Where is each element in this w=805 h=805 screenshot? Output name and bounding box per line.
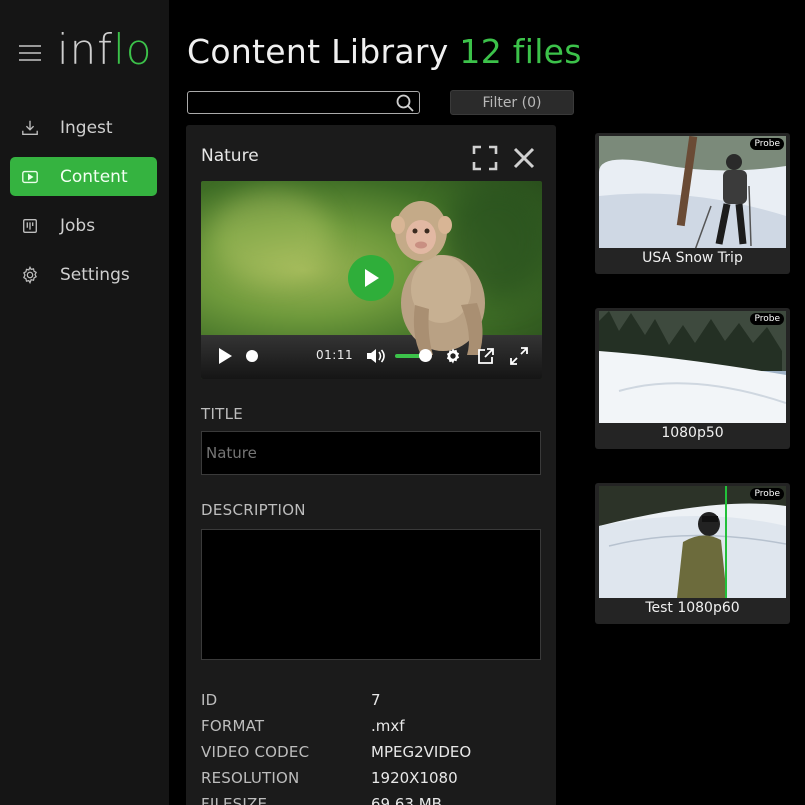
probe-badge: Probe bbox=[750, 488, 784, 500]
search-box bbox=[187, 91, 420, 114]
meta-row-filesize: FILESIZE 69.63 MB bbox=[201, 795, 442, 805]
play-overlay-button[interactable] bbox=[348, 255, 394, 301]
fullscreen-icon[interactable] bbox=[472, 145, 498, 171]
volume-handle[interactable] bbox=[419, 349, 432, 362]
sidebar-item-content[interactable]: Content bbox=[10, 157, 157, 196]
expand-icon[interactable] bbox=[510, 347, 528, 365]
video-frame-monkey bbox=[391, 201, 485, 355]
meta-row-id: ID 7 bbox=[201, 691, 381, 709]
filter-button[interactable]: Filter (0) bbox=[450, 90, 574, 115]
meta-row-video-codec: VIDEO CODEC MPEG2VIDEO bbox=[201, 743, 472, 761]
playback-time: 01:11 bbox=[316, 348, 354, 362]
sidebar-item-ingest[interactable]: Ingest bbox=[10, 108, 157, 147]
app-logo: inflo bbox=[57, 25, 153, 74]
sidebar-item-label: Settings bbox=[60, 264, 130, 285]
meta-row-format: FORMAT .mxf bbox=[201, 717, 405, 735]
description-label: DESCRIPTION bbox=[201, 501, 306, 519]
title-label: TITLE bbox=[201, 405, 244, 423]
volume-icon[interactable] bbox=[366, 347, 386, 365]
sidebar-nav: Ingest Content Jobs Settings bbox=[10, 108, 157, 304]
sidebar: inflo Ingest Content Jobs Settings bbox=[0, 0, 169, 805]
card-caption: 1080p50 bbox=[661, 425, 724, 441]
meta-row-resolution: RESOLUTION 1920X1080 bbox=[201, 769, 458, 787]
content-card-usa-snow-trip[interactable]: Probe USA Snow Trip bbox=[595, 133, 790, 274]
board-icon bbox=[20, 216, 40, 236]
probe-badge: Probe bbox=[750, 138, 784, 150]
menu-icon[interactable] bbox=[19, 44, 41, 62]
sidebar-item-label: Content bbox=[60, 166, 128, 187]
sidebar-item-label: Jobs bbox=[60, 215, 96, 236]
probe-badge: Probe bbox=[750, 313, 784, 325]
content-card-1080p50[interactable]: Probe 1080p50 bbox=[595, 308, 790, 449]
sidebar-item-settings[interactable]: Settings bbox=[10, 255, 157, 294]
detail-panel: Nature 01:11 TITLE D bbox=[186, 125, 556, 805]
play-icon bbox=[365, 269, 379, 287]
search-input[interactable] bbox=[188, 93, 388, 114]
sidebar-item-jobs[interactable]: Jobs bbox=[10, 206, 157, 245]
file-count: 12 files bbox=[459, 32, 582, 71]
page-title: Content Library 12 files bbox=[187, 32, 582, 71]
search-icon[interactable] bbox=[395, 93, 415, 113]
download-icon bbox=[20, 118, 40, 138]
play-control-icon[interactable] bbox=[217, 347, 233, 365]
content-card-test-1080p60[interactable]: Probe Test 1080p60 bbox=[595, 483, 790, 624]
play-square-icon bbox=[20, 167, 40, 187]
seek-handle[interactable] bbox=[246, 350, 258, 362]
gear-icon bbox=[20, 265, 40, 285]
card-caption: Test 1080p60 bbox=[645, 600, 740, 616]
sidebar-item-label: Ingest bbox=[60, 117, 113, 138]
description-field[interactable] bbox=[201, 529, 541, 660]
thumbnail-image: Probe bbox=[599, 136, 786, 248]
thumbnail-image: Probe bbox=[599, 486, 786, 598]
close-icon[interactable] bbox=[512, 146, 536, 170]
popout-icon[interactable] bbox=[477, 347, 495, 365]
title-field[interactable] bbox=[201, 431, 541, 475]
thumbnail-image: Probe bbox=[599, 311, 786, 423]
card-caption: USA Snow Trip bbox=[642, 250, 743, 266]
detail-title: Nature bbox=[201, 146, 259, 166]
settings-icon[interactable] bbox=[444, 347, 462, 365]
video-player[interactable]: 01:11 bbox=[201, 181, 542, 379]
